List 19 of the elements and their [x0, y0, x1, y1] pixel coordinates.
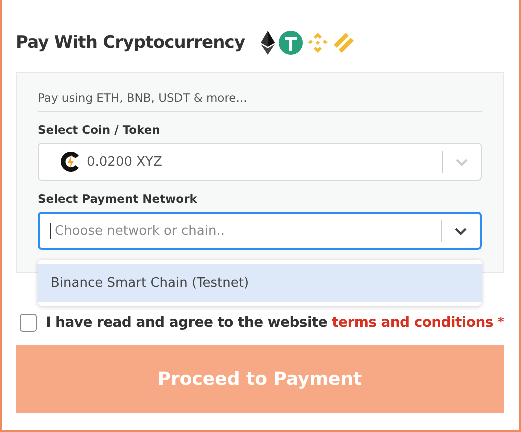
- field-label: Select Coin / Token: [38, 123, 162, 137]
- coin-value: 0.0200 XYZ: [87, 154, 162, 170]
- coin-select[interactable]: 0.0200 XYZ: [38, 143, 482, 181]
- coin-icon: [279, 31, 304, 55]
- hint-text: Pay using ETH, BNB, USDT & more...: [38, 91, 482, 112]
- network-placeholder: Choose network or chain..: [55, 224, 225, 238]
- agreement-text: I have read and agree to the website terms and conditions *: [46, 315, 504, 331]
- network-option[interactable]: Binance Smart Chain (Testnet): [38, 264, 482, 302]
- terms-link[interactable]: terms and conditions: [332, 315, 494, 331]
- text-cursor: [50, 223, 51, 239]
- chevron-down-icon: [455, 158, 469, 166]
- diamond-icon: [261, 31, 276, 55]
- chevron-down-icon: [454, 226, 468, 236]
- agree-checkbox[interactable]: [20, 314, 38, 332]
- stripes-icon: [333, 32, 356, 54]
- field-label: Select Payment Network: [38, 192, 198, 206]
- diamond-icon: [307, 32, 330, 54]
- page-title: Pay With Cryptocurrency: [16, 33, 246, 53]
- network-select[interactable]: Choose network or chain..: [38, 212, 482, 250]
